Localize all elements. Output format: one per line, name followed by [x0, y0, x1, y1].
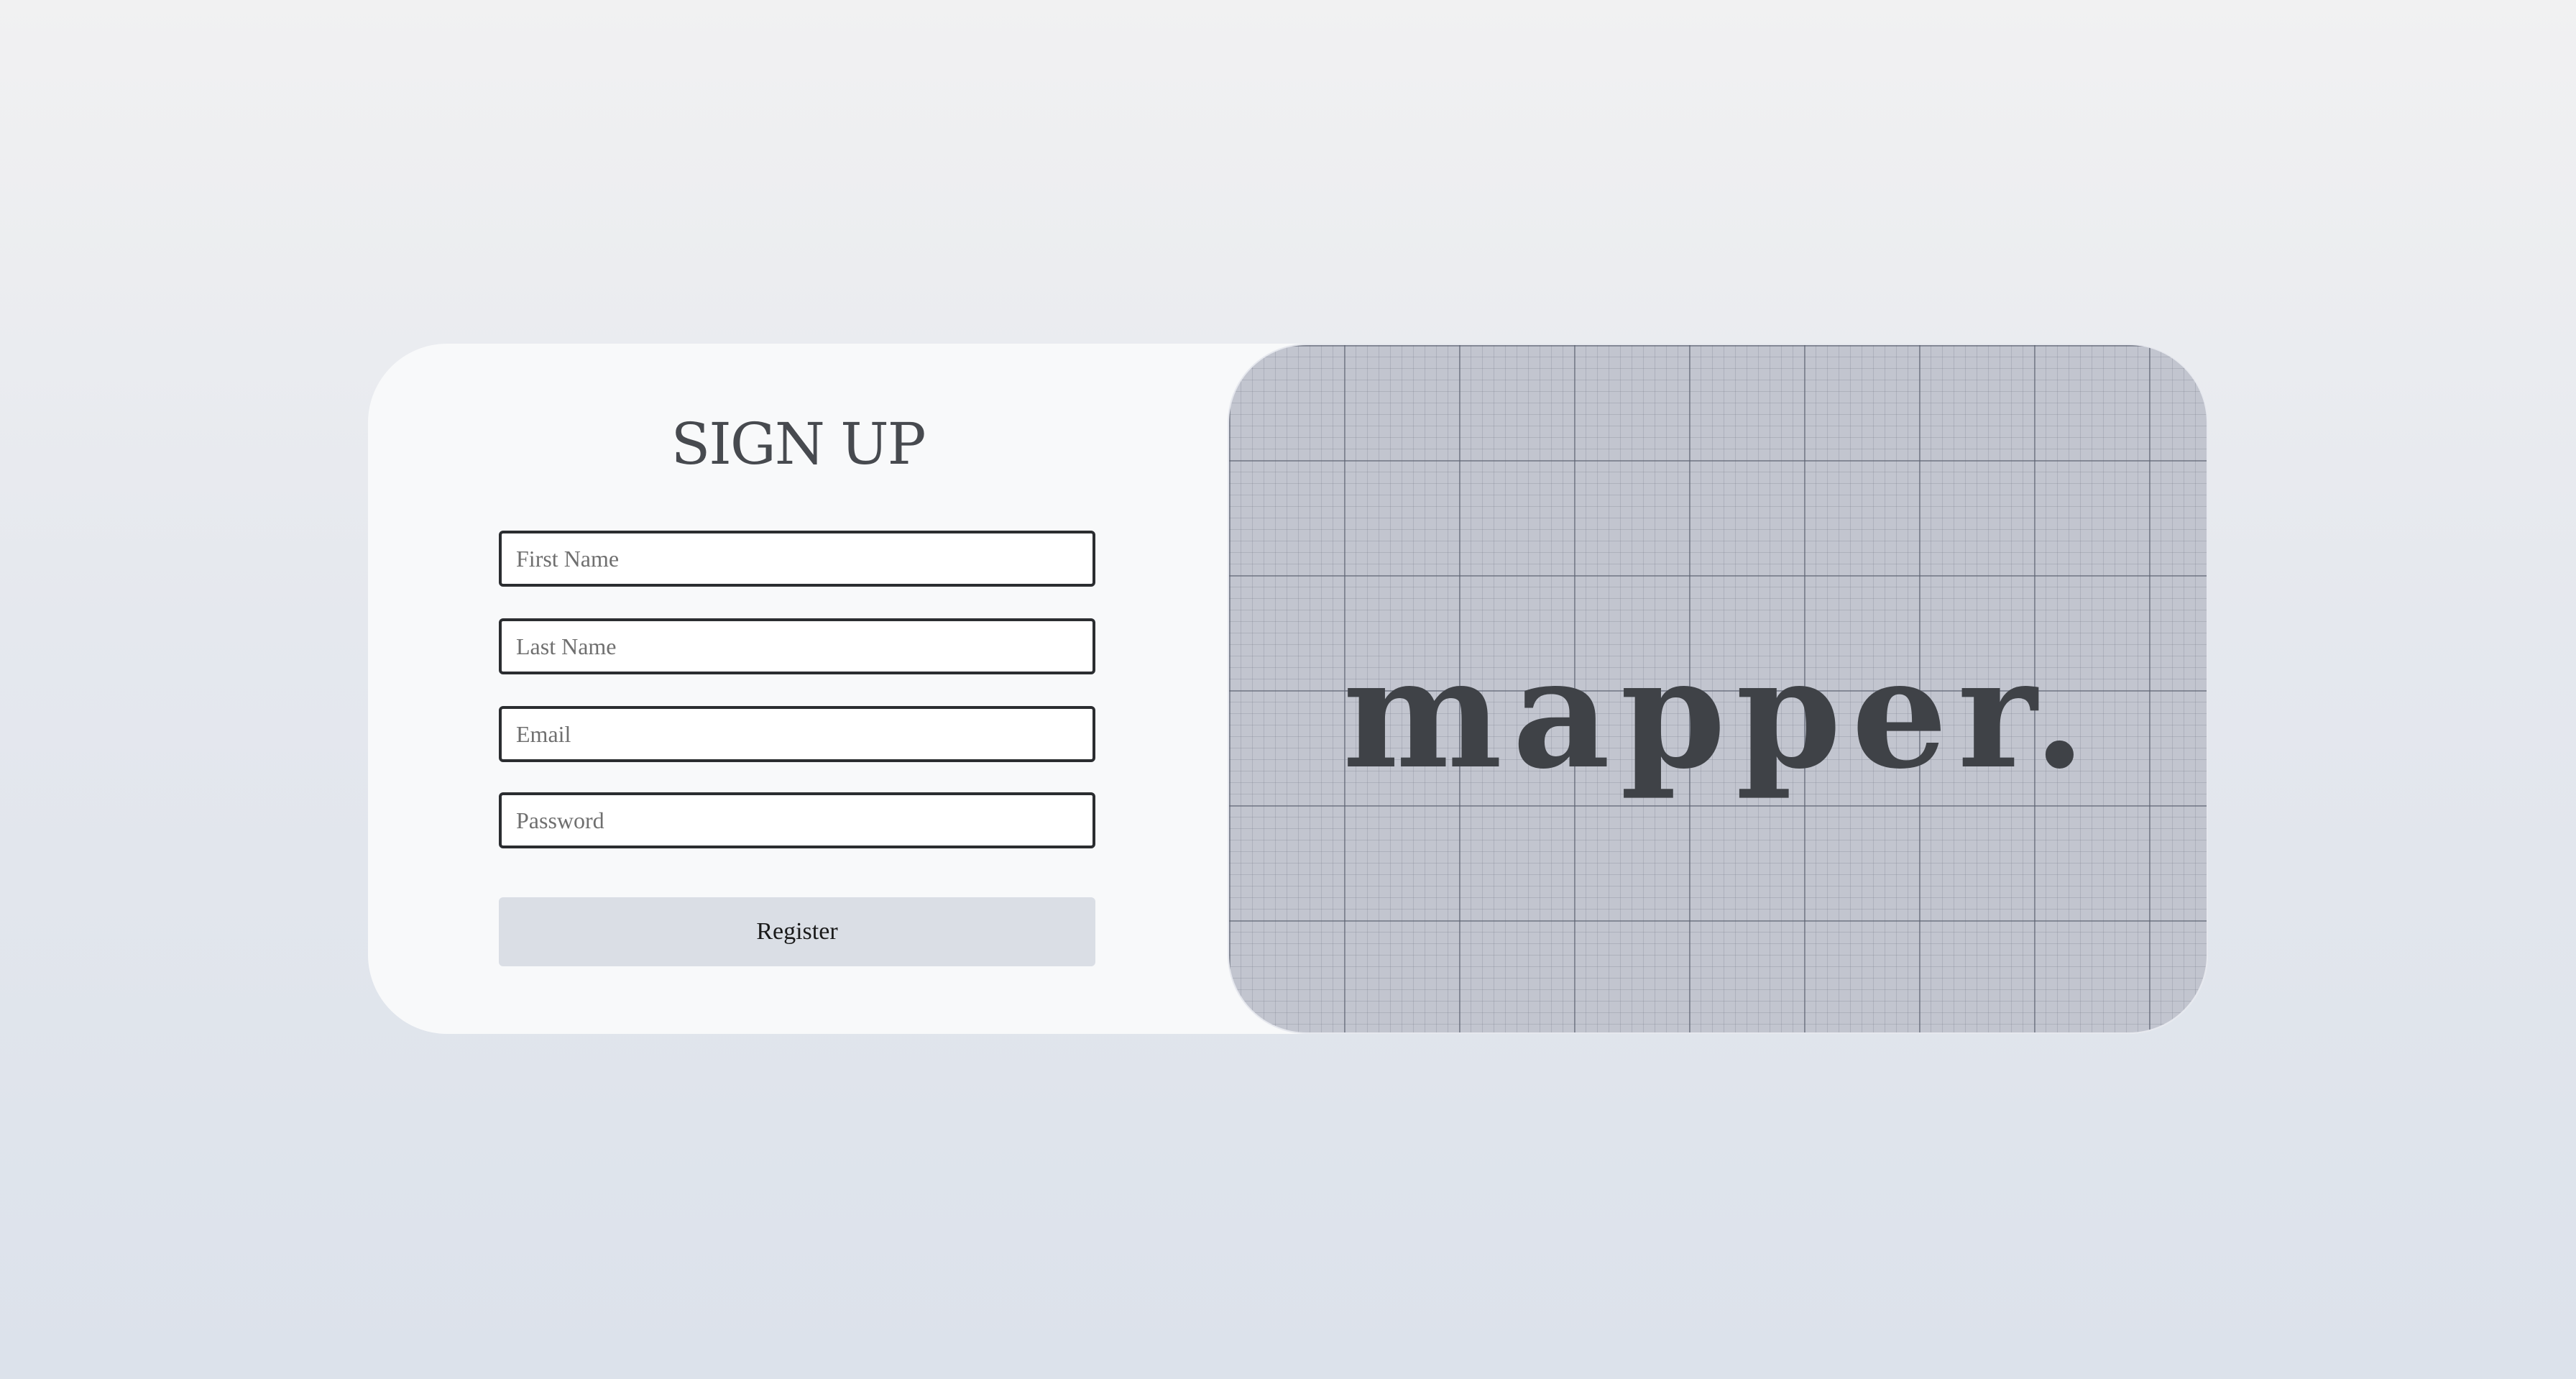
- signup-form: SIGN UP Register: [368, 344, 1228, 1034]
- brand-panel: mapper.: [1228, 344, 2208, 1034]
- register-button[interactable]: Register: [499, 897, 1095, 966]
- last-name-input[interactable]: [499, 618, 1095, 674]
- brand-logo: mapper.: [1342, 625, 2097, 802]
- email-input[interactable]: [499, 706, 1095, 762]
- page-title: SIGN UP: [671, 411, 926, 477]
- first-name-input[interactable]: [499, 531, 1095, 587]
- password-input[interactable]: [499, 792, 1095, 848]
- signup-card: SIGN UP Register mapper.: [368, 344, 2208, 1034]
